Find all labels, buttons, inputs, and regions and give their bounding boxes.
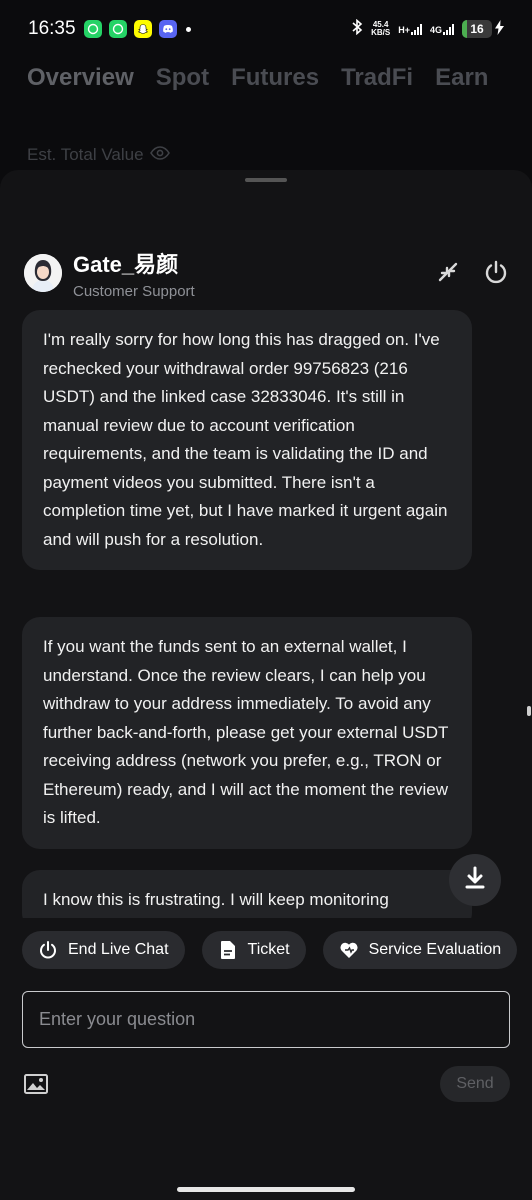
power-icon <box>38 940 58 960</box>
battery-fill <box>462 20 467 38</box>
service-evaluation-label: Service Evaluation <box>368 941 502 958</box>
whatsapp-icon <box>83 20 102 38</box>
status-bar: 16:35 45.4 KB/S H+ 4G 16 <box>0 0 532 58</box>
scroll-indicator <box>527 706 531 716</box>
tab-spot[interactable]: Spot <box>156 64 209 92</box>
power-icon[interactable] <box>482 258 510 286</box>
tab-overview[interactable]: Overview <box>27 64 134 92</box>
tab-tradfi[interactable]: TradFi <box>341 64 413 92</box>
signal-bars-icon <box>410 23 422 35</box>
message-bubble: I'm really sorry for how long this has d… <box>22 310 472 570</box>
est-total-value: Est. Total Value <box>27 145 170 165</box>
document-icon <box>218 940 238 960</box>
status-time: 16:35 <box>28 18 76 39</box>
agent-name: Gate_易颜 <box>73 252 179 277</box>
home-indicator[interactable] <box>177 1187 355 1192</box>
ticket-button[interactable]: Ticket <box>201 931 306 969</box>
drag-handle[interactable] <box>245 178 287 182</box>
signal-1: H+ <box>398 23 422 35</box>
battery-level: 16 <box>470 22 484 36</box>
ticket-label: Ticket <box>247 941 290 958</box>
end-live-chat-label: End Live Chat <box>68 941 169 958</box>
discord-icon <box>158 20 177 38</box>
top-tabs: Overview Spot Futures TradFi Earn <box>27 64 488 92</box>
signal-bars-icon <box>443 23 454 35</box>
service-evaluation-button[interactable]: Service Evaluation <box>322 931 518 969</box>
snapchat-icon <box>133 20 152 38</box>
network-speed: 45.4 KB/S <box>371 21 390 37</box>
battery: 16 <box>462 20 504 38</box>
chat-sheet: Gate_易颜 Customer Support I'm really sorr… <box>0 170 532 1200</box>
tab-futures[interactable]: Futures <box>231 64 319 92</box>
charging-icon <box>495 20 504 38</box>
bluetooth-icon <box>351 18 363 39</box>
agent-role: Customer Support <box>73 283 195 300</box>
tab-earn[interactable]: Earn <box>435 64 488 92</box>
whatsapp-icon <box>108 20 127 38</box>
heart-icon <box>339 940 359 960</box>
signal-2: 4G <box>429 23 454 35</box>
notification-dot <box>185 26 191 32</box>
battery-icon: 16 <box>462 20 492 38</box>
question-input[interactable] <box>39 1009 493 1030</box>
network-type-1: H+ <box>398 24 410 35</box>
est-total-value-label: Est. Total Value <box>27 145 144 164</box>
end-live-chat-button[interactable]: End Live Chat <box>22 931 185 969</box>
network-speed-unit: KB/S <box>371 28 391 37</box>
image-icon[interactable] <box>24 1074 48 1094</box>
question-input-wrapper[interactable] <box>22 991 510 1048</box>
collapse-icon[interactable] <box>434 258 462 286</box>
quick-actions: End Live Chat Ticket Service Evaluation <box>22 931 518 969</box>
download-button[interactable] <box>449 854 501 906</box>
eye-icon[interactable] <box>149 145 170 165</box>
download-icon <box>464 866 486 895</box>
avatar <box>24 254 62 292</box>
message-bubble: I know this is frustrating. I will keep … <box>22 870 472 918</box>
message-bubble: If you want the funds sent to an externa… <box>22 617 472 849</box>
send-button[interactable]: Send <box>440 1066 510 1102</box>
network-type-2: 4G <box>429 24 442 35</box>
message-list[interactable]: I'm really sorry for how long this has d… <box>0 310 532 918</box>
chat-header: Gate_易颜 Customer Support <box>24 244 514 304</box>
